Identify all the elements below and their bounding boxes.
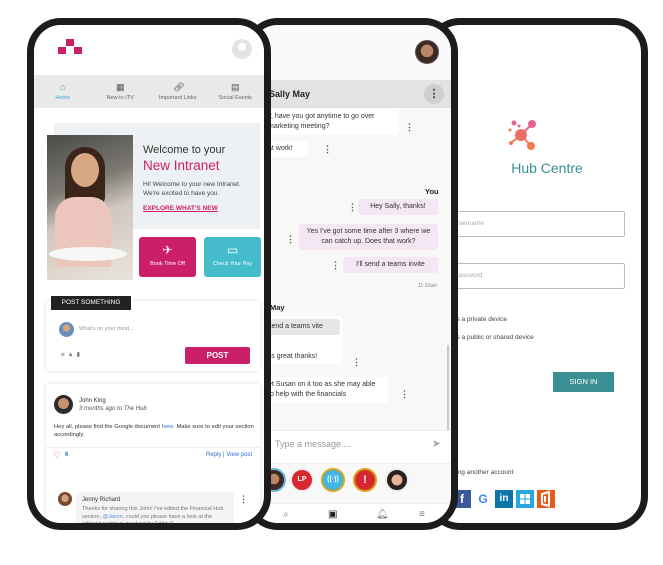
- calendar-icon: ▤: [230, 81, 240, 92]
- post-text: Hey all, please find the Google document: [54, 424, 162, 430]
- reply-link[interactable]: Reply: [206, 452, 221, 458]
- message-menu-icon[interactable]: ⋮: [352, 358, 361, 367]
- hero-photo: [47, 135, 133, 280]
- view-post-link[interactable]: View post: [226, 452, 252, 458]
- chat-message-out: Hey Sally, thanks!: [358, 199, 438, 215]
- linkedin-icon[interactable]: in: [495, 490, 513, 508]
- contact-avatar-lp[interactable]: LP: [290, 468, 314, 492]
- nav-home[interactable]: ⌂ Home: [34, 75, 92, 108]
- comment-author[interactable]: Jenny Richard: [82, 497, 120, 503]
- tile-label: Check Your Pay: [212, 261, 253, 267]
- post-actions: Reply | View post: [206, 452, 253, 458]
- post-body: Hey all, please find the Google document…: [54, 423, 254, 439]
- poll-icon[interactable]: ▮: [77, 352, 83, 358]
- tile-label: Book Time Off: [150, 261, 185, 267]
- company-logo[interactable]: [56, 39, 84, 57]
- explore-link[interactable]: EXPLORE WHAT'S NEW: [143, 205, 218, 212]
- post-meta: 3 months ago to The Hub: [79, 406, 147, 412]
- author-avatar[interactable]: [54, 395, 73, 414]
- send-icon[interactable]: ➤: [432, 437, 441, 450]
- search-icon[interactable]: ⌕: [283, 509, 289, 520]
- hub-logo-icon: [508, 120, 536, 150]
- alert-icon[interactable]: !: [353, 468, 377, 492]
- chat-icon[interactable]: ▣: [328, 509, 337, 520]
- hero-title: Welcome to your: [143, 144, 226, 156]
- contact-avatar-woman[interactable]: [385, 468, 409, 492]
- public-device-option[interactable]: is a public or shared device: [455, 334, 534, 341]
- contact-label: May: [270, 303, 285, 312]
- chat-phone: Sally May ⋮ y, have you got anytime to g…: [244, 18, 458, 530]
- nav-label: Home: [55, 94, 71, 101]
- windows-icon[interactable]: [516, 490, 534, 508]
- heart-icon[interactable]: ♡: [53, 450, 61, 461]
- chat-message: t's great thanks!: [268, 353, 318, 360]
- message-menu-icon[interactable]: ⋮: [323, 145, 332, 154]
- nav-label: New to ITV: [106, 94, 134, 101]
- divider: [46, 447, 260, 448]
- message-placeholder: Type a message....: [275, 439, 352, 449]
- card-icon: ▭: [226, 243, 239, 257]
- sign-in-button[interactable]: SIGN IN: [553, 372, 614, 392]
- image-icon[interactable]: ▲: [68, 352, 77, 358]
- nav-important-links[interactable]: 🔗︎ Important Links: [149, 75, 207, 108]
- nav-new-to-itv[interactable]: ▦ New to ITV: [92, 75, 150, 108]
- message-menu-icon[interactable]: ⋮: [405, 123, 414, 132]
- post-button[interactable]: POST: [185, 347, 250, 364]
- intranet-phone: ⌂ Home ▦ New to ITV 🔗︎ Important Links ▤…: [27, 18, 271, 530]
- post-something-tag: POST SOMETHING: [51, 296, 131, 310]
- book-time-off-button[interactable]: ✈ Book Time Off: [139, 237, 196, 277]
- home-indicator: [291, 527, 373, 530]
- chat-contact-name: Sally May: [269, 89, 311, 99]
- hero-subtitle: New Intranet: [143, 158, 220, 173]
- office-icon[interactable]: [537, 490, 555, 508]
- quoted-message: send a teams vite: [262, 319, 340, 335]
- nav-social-events[interactable]: ▤ Social Events: [207, 75, 265, 108]
- message-menu-icon[interactable]: ⋮: [348, 203, 357, 212]
- chat-message-out: Yes I've got some time after 3 where we …: [299, 224, 438, 250]
- bell-icon[interactable]: 🔔︎: [376, 509, 389, 520]
- username-input[interactable]: Username: [445, 211, 625, 237]
- main-nav: ⌂ Home ▦ New to ITV 🔗︎ Important Links ▤…: [34, 75, 264, 108]
- comment-body: Thanks for sharing this John! I've edite…: [82, 506, 227, 523]
- mention-link[interactable]: @Jason: [102, 514, 122, 520]
- attach-icon[interactable]: ⌀: [61, 352, 68, 358]
- message-timestamp: 11:32am: [418, 283, 438, 289]
- menu-icon[interactable]: ≡: [419, 509, 425, 520]
- chat-menu-button[interactable]: ⋮: [424, 84, 444, 104]
- nav-label: Social Events: [218, 94, 252, 101]
- app-title: Hub Centre: [511, 160, 583, 176]
- nav-label: Important Links: [158, 94, 197, 101]
- broadcast-icon[interactable]: ((·)): [321, 468, 345, 492]
- other-account-label: sing another account: [453, 469, 514, 476]
- like-count: 6: [65, 452, 69, 458]
- post-author[interactable]: John King: [79, 398, 106, 404]
- link-icon: 🔗︎: [173, 81, 185, 92]
- check-pay-button[interactable]: ▭ Check Your Pay: [204, 237, 261, 277]
- google-icon[interactable]: G: [474, 490, 492, 508]
- user-avatar[interactable]: [415, 40, 439, 64]
- chat-message-out: I'll send a teams invite: [343, 257, 438, 273]
- top-bar: [34, 25, 264, 75]
- private-device-option[interactable]: is a private device: [455, 316, 507, 323]
- commenter-avatar[interactable]: [58, 492, 72, 506]
- profile-icon[interactable]: [232, 39, 252, 59]
- login-phone: Hub Centre Username Password is a privat…: [426, 18, 648, 530]
- home-icon: ⌂: [60, 81, 66, 92]
- post-tools: ⌀▲▮: [61, 351, 83, 358]
- document-link[interactable]: here: [162, 424, 174, 430]
- message-menu-icon[interactable]: ⋮: [400, 390, 409, 399]
- calculator-icon: ▦: [115, 81, 125, 92]
- message-menu-icon[interactable]: ⋮: [286, 235, 295, 244]
- chat-message: et Susan on it too as she may able to he…: [262, 377, 388, 403]
- user-avatar: [59, 322, 74, 337]
- message-menu-icon[interactable]: ⋮: [331, 261, 340, 270]
- you-label: You: [425, 187, 439, 196]
- plane-icon: ✈: [162, 243, 173, 257]
- post-input[interactable]: What's on your mind...: [79, 326, 134, 332]
- comment-menu-icon[interactable]: ⋮: [239, 495, 248, 504]
- chat-message: y, have you got anytime to go over marke…: [262, 109, 399, 135]
- password-input[interactable]: Password: [445, 263, 625, 289]
- hero-text: Hi! Welcome to your new Intranet. We're …: [143, 181, 241, 197]
